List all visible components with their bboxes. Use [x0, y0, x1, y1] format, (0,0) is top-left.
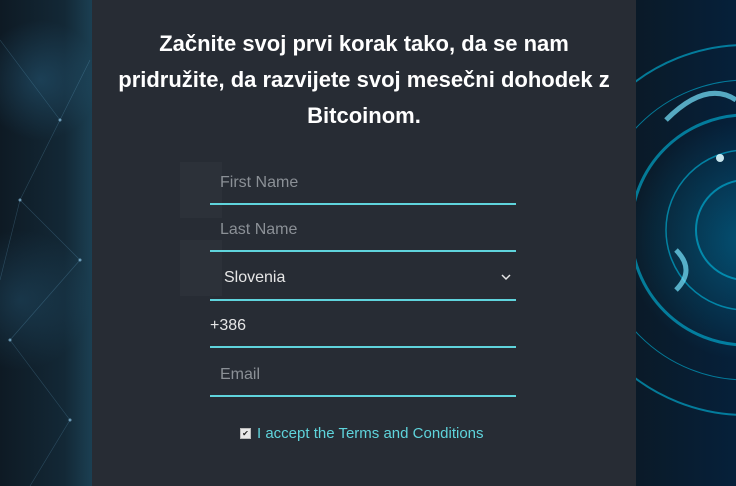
phone-input[interactable] [210, 306, 516, 346]
phone-field [210, 306, 516, 348]
last-name-input[interactable] [210, 210, 516, 250]
country-select[interactable]: Slovenia [210, 258, 516, 301]
terms-row: ✔ I accept the Terms and Conditions [240, 425, 484, 442]
first-name-field [210, 163, 516, 205]
first-name-input[interactable] [210, 163, 516, 203]
signup-panel: Začnite svoj prvi korak tako, da se nam … [92, 0, 636, 486]
terms-link[interactable]: I accept the Terms and Conditions [257, 425, 484, 442]
bitcoin-circuit-background-right [636, 0, 736, 486]
network-background-left [0, 0, 92, 486]
country-selected-value: Slovenia [224, 269, 286, 286]
headline: Začnite svoj prvi korak tako, da se nam … [118, 31, 610, 128]
network-lines-decoration [0, 39, 91, 486]
page: Začnite svoj prvi korak tako, da se nam … [0, 0, 736, 486]
email-field [210, 355, 516, 397]
bitcoin-circuit-decoration [636, 44, 736, 416]
email-input[interactable] [210, 355, 516, 395]
terms-checkbox[interactable]: ✔ [240, 428, 251, 439]
last-name-field [210, 210, 516, 252]
chevron-down-icon [501, 274, 511, 281]
